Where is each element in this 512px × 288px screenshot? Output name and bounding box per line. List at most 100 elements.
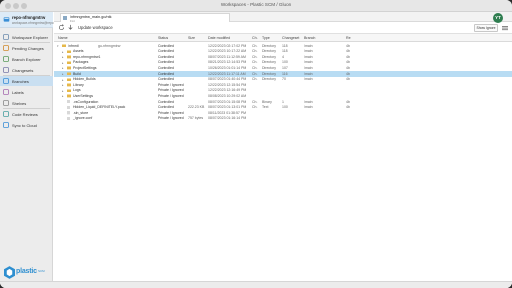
row-ch: Ch. (252, 60, 258, 65)
workspace-selector[interactable]: repo-nfmngmtrw workspace-nfmngmtrw@repo (0, 12, 54, 28)
row-size: 222.23 KB (188, 105, 205, 110)
tab-workspace[interactable]: /nfmngmtrw_main.go/ntk Fmt (60, 13, 230, 23)
changeset-icon (3, 67, 9, 73)
toolbar: Update workspace Show Ignore (54, 22, 512, 34)
row-branch: /main (304, 60, 313, 65)
row-branch: /main (304, 77, 313, 82)
window-title: Workspaces - Plastic SCM / Gluon (220, 2, 292, 7)
update-icon[interactable] (67, 24, 74, 31)
column-re[interactable]: Re (346, 36, 351, 40)
branch-icon (3, 56, 9, 62)
refresh-icon[interactable] (58, 24, 65, 31)
file-icon (67, 100, 70, 104)
expand-chevron-icon[interactable]: ▸ (62, 61, 64, 65)
expand-chevron-icon[interactable]: ▸ (62, 50, 64, 54)
sidebar-item-code-reviews[interactable]: Code Reviews (0, 109, 53, 119)
document-icon (63, 16, 67, 20)
row-ch: Ch. (252, 99, 258, 104)
row-date: 12/22/2023 12:15:54 PM (208, 82, 247, 87)
row-cs: 100 (282, 105, 288, 110)
row-name: _ignore.conf (73, 116, 93, 121)
expand-chevron-icon[interactable]: ▸ (62, 94, 64, 98)
row-kind: Directory (262, 49, 277, 54)
update-workspace-button[interactable]: Update workspace (78, 25, 113, 30)
sidebar-item-label: Workspace Explorer (12, 35, 48, 40)
expand-chevron-icon[interactable]: ▸ (62, 55, 64, 59)
sidebar-item-label: Branches (12, 79, 29, 84)
row-ch: Ch. (252, 77, 258, 82)
row-branch: /main (304, 49, 313, 54)
expand-chevron-icon[interactable]: ▸ (62, 72, 64, 76)
row-status: Controlled (158, 99, 174, 104)
row-date: 08/08/2023 10:29:02 AM (208, 94, 247, 99)
row-name: Logs (73, 88, 81, 93)
row-re: 4b (346, 54, 350, 59)
row-ch: Ch. (252, 49, 258, 54)
row-status: Private / Ignored (158, 88, 184, 93)
sidebar-item-shelves[interactable]: Shelves (0, 98, 53, 108)
row-ch: Ch. (252, 54, 258, 59)
row-date: 08/07/2023 01:40:44 PM (208, 77, 247, 82)
plastic-logo: plastic SCM (3, 264, 50, 282)
column-status[interactable]: Status (158, 36, 168, 40)
row-branch: /main (304, 99, 313, 104)
row-kind: Text (262, 105, 269, 110)
column-changeset[interactable]: Changeset (282, 36, 299, 40)
row-branch: /main (304, 66, 313, 71)
expand-chevron-icon[interactable]: ▸ (62, 66, 64, 70)
row-kind: Directory (262, 60, 277, 65)
row-date: 12/22/2023 11:17:11 AM (208, 71, 246, 76)
sidebar-item-pending-changes[interactable]: Pending Changes (0, 43, 53, 53)
row-name: Hidden_Liquid_DEFINITELY.pack (73, 105, 126, 110)
folder-icon (67, 61, 71, 65)
row-name: Assets (73, 49, 84, 54)
row-status: Controlled (158, 105, 174, 110)
row-status: Controlled (158, 54, 174, 59)
workspace-icon (3, 17, 10, 22)
row-cs: 70 (282, 77, 286, 82)
row-cs: 116 (282, 71, 288, 76)
workspace-path: workspace-nfmngmtrw@repo (12, 21, 54, 25)
row-name: Build (73, 71, 81, 76)
sidebar-item-workspace-explorer[interactable]: Workspace Explorer (0, 32, 53, 42)
sidebar-item-changesets[interactable]: Changesets (0, 65, 53, 75)
sidebar-item-labels[interactable]: Labels (0, 87, 53, 97)
row-name: Packages (73, 60, 89, 65)
column-name[interactable]: Name (58, 36, 68, 40)
row-re: 4b (346, 105, 350, 110)
row-re: 4b (346, 77, 350, 82)
row-date: 08/11/2023 01:38:57 PM (208, 110, 247, 115)
expand-chevron-icon[interactable]: ▸ (62, 78, 64, 82)
folder-icon (67, 50, 71, 53)
status-bar (0, 281, 512, 288)
file-icon (67, 111, 70, 115)
folder-icon (67, 78, 71, 81)
row-cs: 118 (282, 49, 288, 54)
folder-icon (67, 89, 71, 93)
expand-chevron-icon[interactable]: ▸ (62, 89, 64, 93)
row-name: .vsConfiguration (73, 99, 99, 104)
expand-chevron-icon[interactable]: ▸ (62, 83, 64, 87)
table-row[interactable]: _ignore.conf Private / Ignored 757 bytes 08… (54, 116, 512, 122)
sidebar-item-label: Changesets (12, 68, 34, 73)
column-size[interactable]: Size (188, 36, 195, 40)
row-ch: Ch. (252, 105, 258, 110)
title-bar: Workspaces - Plastic SCM / Gluon (0, 0, 512, 12)
column-branch[interactable]: Branch (304, 36, 315, 40)
column-ch[interactable]: Ch. (252, 36, 258, 40)
show-ignored-button[interactable]: Show Ignore (474, 24, 498, 32)
shelf-icon (3, 100, 9, 106)
row-status: Private / Ignored (158, 116, 184, 121)
row-re: 4b (346, 60, 350, 65)
row-kind: Directory (262, 71, 277, 76)
sidebar-item-branch-explorer[interactable]: Branch Explorer (0, 54, 53, 64)
collapse-chevron-icon[interactable]: ▾ (57, 44, 59, 48)
sidebar-item-branches[interactable]: Branches (0, 76, 53, 86)
row-kind: Binary (262, 99, 272, 104)
column-date-modified[interactable]: Date modified (208, 36, 230, 40)
row-date: 10/26/2023 01:01:14 PM (208, 66, 247, 71)
sidebar-item-sync-to-cloud[interactable]: Sync to Cloud (0, 120, 53, 130)
row-cs: 4 (282, 54, 284, 59)
more-options-icon[interactable] (502, 25, 508, 31)
column-type[interactable]: Type (262, 36, 270, 40)
